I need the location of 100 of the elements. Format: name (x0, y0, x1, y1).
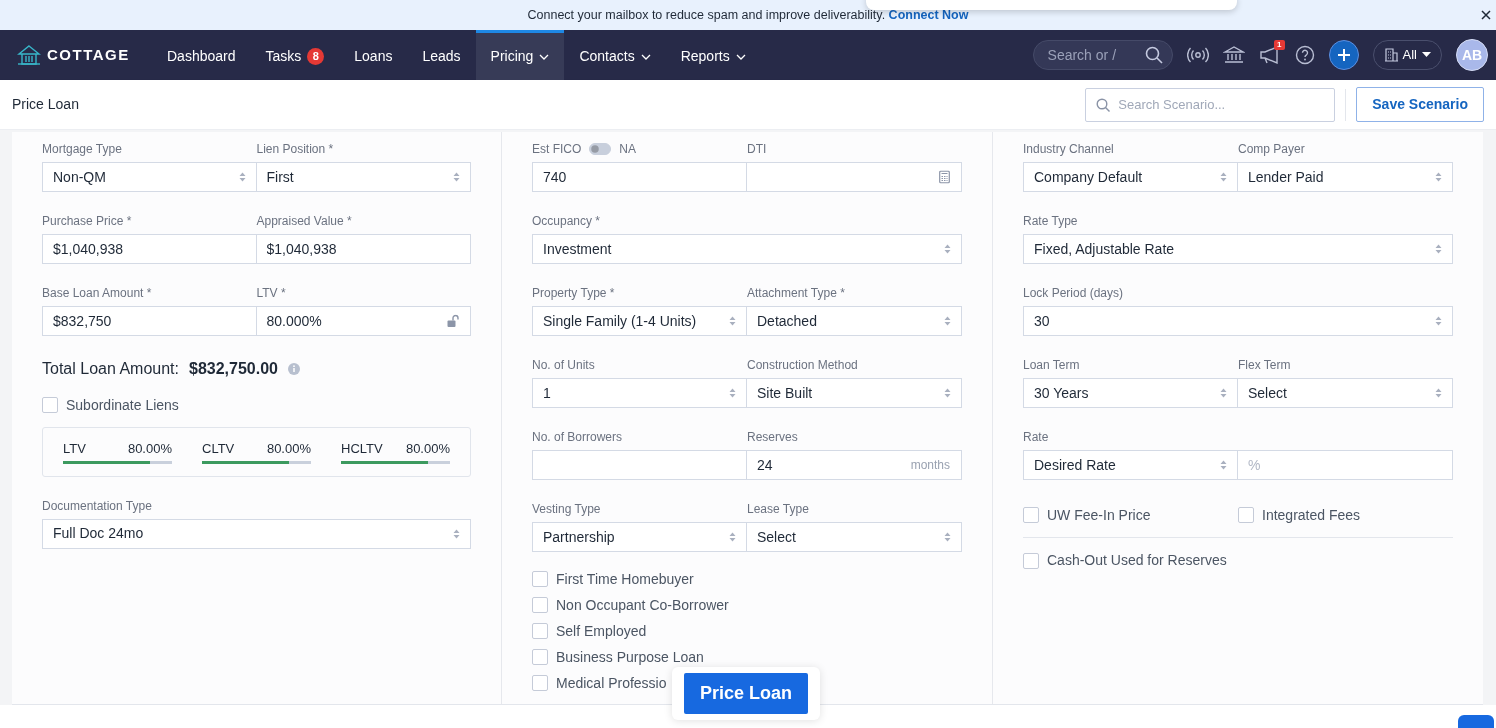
input-field[interactable]: % (1237, 450, 1453, 480)
sort-icon (729, 316, 736, 326)
field-label: Rate (1023, 430, 1049, 444)
field-label: Documentation Type (42, 498, 152, 513)
checkbox[interactable] (532, 571, 548, 587)
nav-tab[interactable]: Dashboard (152, 30, 251, 80)
input-field[interactable]: 740 (532, 162, 747, 192)
select-field[interactable]: Full Doc 24mo (42, 518, 471, 549)
input-field[interactable]: $832,750 (42, 306, 257, 336)
count-badge: 8 (307, 48, 325, 65)
nav-tab[interactable]: Reports (665, 30, 761, 80)
meter-label: LTV (63, 439, 86, 458)
checkbox[interactable] (532, 675, 548, 691)
input-field[interactable]: $1,040,938 (255, 234, 471, 264)
checkbox[interactable] (42, 397, 58, 414)
field-label: Rate Type (1023, 214, 1078, 228)
sort-icon (453, 172, 460, 182)
building-icon (1383, 48, 1398, 62)
unit-label: months (910, 457, 950, 474)
checkbox-label: First Time Homebuyer (556, 570, 694, 588)
scenario-search-field[interactable]: Search Scenario... (1085, 87, 1336, 122)
nav-tab[interactable]: Loans (339, 30, 408, 80)
megaphone-icon[interactable] (1258, 46, 1281, 64)
select-field[interactable]: Lender Paid (1237, 162, 1453, 192)
notification-badge: 1 (1274, 40, 1285, 50)
select-field[interactable]: Fixed, Adjustable Rate (1023, 234, 1453, 264)
sort-icon (944, 388, 951, 398)
sort-icon (729, 388, 736, 398)
nav-tab[interactable]: Pricing (475, 30, 565, 80)
broadcast-icon[interactable] (1186, 47, 1209, 63)
bank-icon[interactable] (1222, 46, 1245, 64)
field-label: Reserves (747, 430, 798, 444)
toggle-label: NA (619, 142, 636, 156)
sort-icon (1435, 316, 1442, 326)
close-icon[interactable] (1481, 9, 1491, 20)
checkbox[interactable] (532, 649, 548, 665)
meter-label: HCLTV (341, 439, 383, 458)
input-field[interactable] (746, 162, 962, 192)
house-icon (17, 44, 41, 66)
help-icon[interactable] (1294, 45, 1315, 65)
checkbox-label: Subordinate Liens (66, 396, 179, 414)
checkbox-label: Cash-Out Used for Reserves (1047, 552, 1227, 570)
select-field[interactable]: 30 Years (1023, 378, 1238, 408)
sort-icon (1435, 172, 1442, 182)
connect-link[interactable]: Connect Now (888, 5, 969, 25)
checkbox[interactable] (532, 597, 548, 613)
select-field[interactable]: 30 (1023, 306, 1453, 336)
add-button[interactable] (1328, 40, 1359, 70)
field-label: Property Type * (532, 286, 615, 300)
meter-value: 80.00% (266, 439, 311, 458)
unlock-icon (447, 314, 459, 328)
select-field[interactable]: Select (746, 522, 962, 552)
select-field[interactable]: Select (1237, 378, 1453, 408)
field-label: Industry Channel (1023, 142, 1114, 156)
page-title: Price Loan (12, 95, 79, 114)
field-label: Comp Payer (1238, 142, 1305, 156)
search-icon (1096, 97, 1111, 112)
field-label: Vesting Type (532, 502, 601, 516)
toggle-switch[interactable] (589, 143, 612, 155)
field-label: Mortgage Type (42, 142, 122, 156)
info-icon (287, 363, 300, 375)
banner-message: Connect your mailbox to reduce spam and improve deliverability. (527, 6, 886, 24)
checkbox-label: Integrated Fees (1262, 506, 1361, 524)
select-field[interactable]: 1 (532, 378, 747, 408)
select-field[interactable]: Detached (746, 306, 962, 336)
input-field[interactable] (532, 450, 747, 480)
sort-icon (1435, 388, 1442, 398)
price-loan-button[interactable]: Price Loan (684, 673, 808, 714)
field-label: Lien Position * (256, 142, 334, 156)
select-field[interactable]: Partnership (532, 522, 747, 552)
sort-icon (729, 532, 736, 542)
input-field[interactable]: $1,040,938 (42, 234, 257, 264)
select-field[interactable]: Company Default (1023, 162, 1238, 192)
sort-icon (944, 316, 951, 326)
field-label: Lock Period (days) (1023, 286, 1124, 300)
field-label: Purchase Price * (42, 214, 132, 228)
input-field[interactable]: 80.000% (255, 306, 471, 336)
search-field[interactable]: Search or / (1032, 40, 1173, 70)
field-label: Attachment Type * (747, 286, 845, 300)
select-field[interactable]: Non-QM (42, 162, 257, 192)
checkbox-label: UW Fee-In Price (1047, 506, 1151, 524)
checkbox[interactable] (1023, 507, 1039, 524)
select-field[interactable]: Single Family (1-4 Units) (532, 306, 747, 336)
select-field[interactable]: Site Built (746, 378, 962, 408)
field-label: Construction Method (747, 358, 858, 372)
checkbox[interactable] (1238, 507, 1254, 524)
nav-tab[interactable]: Tasks 8 (250, 30, 340, 80)
checkbox-label: Medical Professio (556, 674, 667, 692)
chat-button[interactable] (1458, 715, 1494, 728)
field-label: Base Loan Amount * (42, 286, 152, 300)
select-field[interactable]: First (255, 162, 471, 192)
meter-label: CLTV (202, 439, 235, 458)
sort-icon (944, 244, 951, 254)
nav-tab[interactable]: Leads (407, 30, 476, 80)
nav-tab[interactable]: Contacts (564, 30, 666, 80)
save-scenario-button[interactable]: Save Scenario (1356, 87, 1484, 122)
select-field[interactable]: Investment (532, 234, 962, 264)
checkbox[interactable] (532, 623, 548, 639)
checkbox[interactable] (1023, 552, 1039, 569)
select-field[interactable]: Desired Rate (1023, 450, 1238, 480)
